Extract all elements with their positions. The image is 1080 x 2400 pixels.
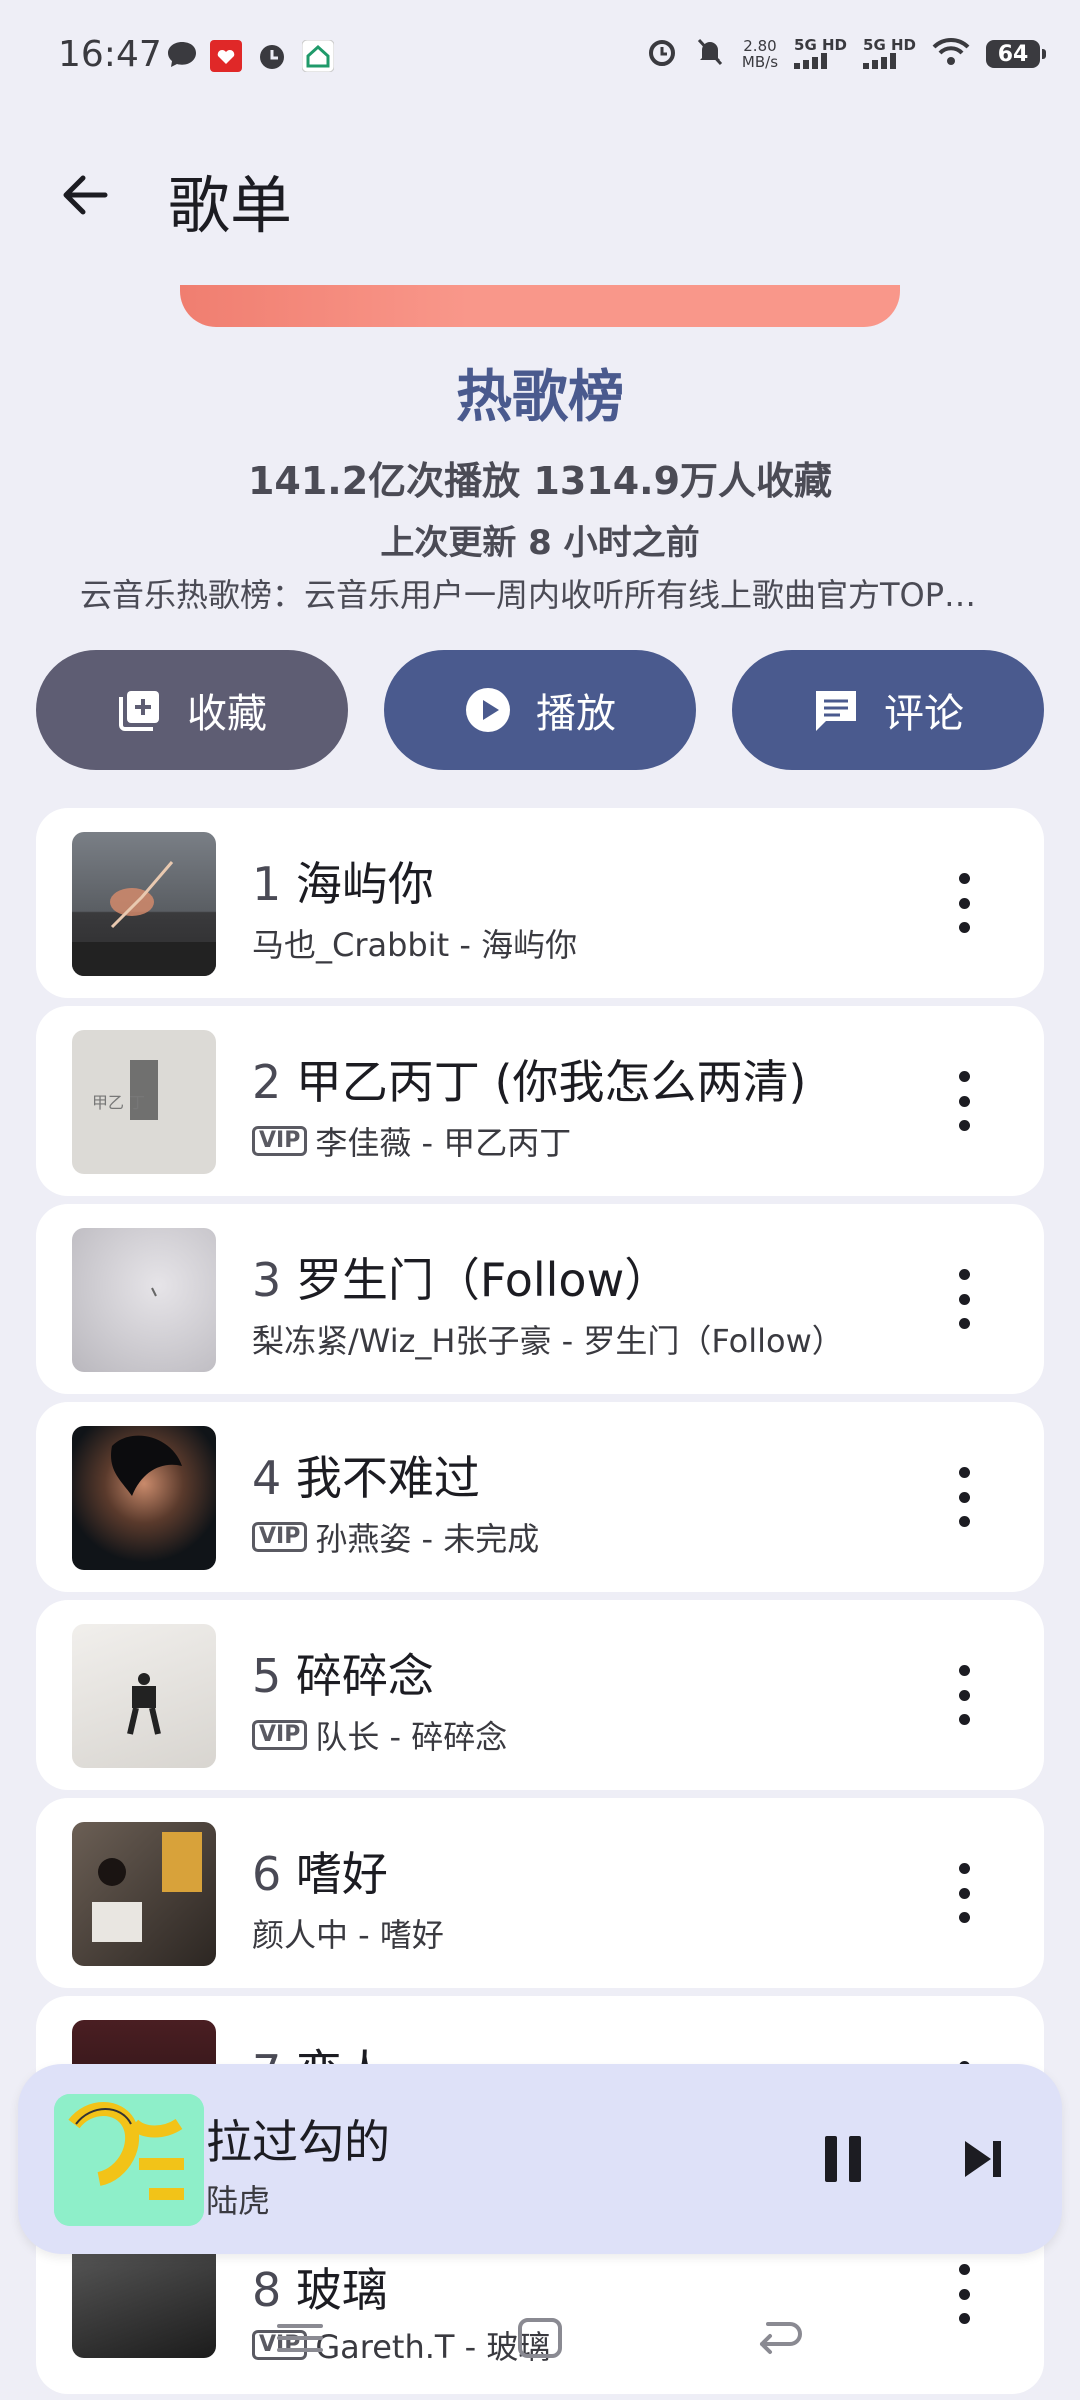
song-subtitle-text: 队长 - 碎碎念 [315, 1718, 508, 1756]
song-thumbnail [72, 832, 216, 976]
alarm-clock-icon [256, 40, 288, 76]
song-thumbnail [72, 1624, 216, 1768]
alarm-icon [646, 36, 678, 72]
collect-button[interactable]: 收藏 [36, 650, 348, 770]
pause-button[interactable] [808, 2124, 878, 2194]
now-playing-title: 拉过勾的 [206, 2115, 390, 2169]
comment-label: 评论 [884, 691, 964, 737]
signal-2-label: 5G HD [863, 35, 916, 54]
screen: 16:47 2.80 MB/s 5G HD 5G HD 64 歌单 热歌榜 14… [0, 0, 1080, 2400]
skip-next-icon [965, 2141, 1001, 2177]
collect-label: 收藏 [187, 691, 267, 737]
speed-unit: MB/s [741, 53, 779, 71]
back-arrow-icon [63, 175, 108, 215]
comment-icon [816, 691, 856, 731]
more-options-button[interactable] [944, 1269, 984, 1329]
pause-icon [825, 2136, 861, 2182]
svg-text:甲乙 丁: 甲乙 丁 [92, 1093, 145, 1112]
playlist-stats: 141.2亿次播放 1314.9万人收藏 [247, 459, 833, 503]
vip-badge: VIP [252, 1522, 308, 1552]
signal-bars-icon [863, 52, 897, 69]
status-right-group: 2.80 MB/s 5G HD 5G HD 64 [646, 36, 1046, 72]
next-track-button[interactable] [948, 2124, 1018, 2194]
song-subtitle: VIP 队长 - 碎碎念 [252, 1712, 507, 1758]
recents-button[interactable] [270, 2308, 330, 2368]
more-options-button[interactable] [944, 1071, 984, 1131]
song-title: 3 罗生门（Follow） [252, 1253, 671, 1307]
more-options-button[interactable] [944, 873, 984, 933]
status-time: 16:47 [58, 34, 162, 75]
system-navigation-bar [0, 2290, 1080, 2380]
network-speed: 2.80 MB/s [742, 38, 778, 70]
signal-bars-icon [794, 52, 828, 69]
song-row[interactable]: 5 碎碎念 VIP 队长 - 碎碎念 [36, 1600, 1044, 1790]
playlist-cover [180, 285, 900, 327]
song-subtitle: 马也_Crabbit - 海屿你 [252, 926, 578, 964]
song-subtitle: 颜人中 - 嗜好 [252, 1916, 444, 1954]
vip-badge: VIP [252, 1126, 308, 1156]
system-back-button[interactable] [750, 2308, 810, 2368]
song-subtitle-text: 李佳薇 - 甲乙丙丁 [315, 1124, 572, 1162]
status-bar: 16:47 2.80 MB/s 5G HD 5G HD 64 [0, 0, 1080, 115]
signal-1: 5G HD [794, 37, 847, 72]
song-row[interactable]: 甲乙 丁 2 甲乙丙丁 (你我怎么两清) VIP 李佳薇 - 甲乙丙丁 [36, 1006, 1044, 1196]
play-label: 播放 [536, 691, 616, 737]
now-playing-artist: 陆虎 [206, 2182, 271, 2220]
speed-value: 2.80 [743, 37, 777, 55]
home-app-icon [301, 39, 335, 76]
now-playing-artwork [54, 2094, 204, 2226]
song-title: 4 我不难过 [252, 1451, 480, 1505]
song-thumbnail [72, 1426, 216, 1570]
vip-badge: VIP [252, 1720, 308, 1750]
song-subtitle: VIP 李佳薇 - 甲乙丙丁 [252, 1118, 571, 1164]
song-subtitle: 梨冻紧/Wiz_H张子豪 - 罗生门（Follow） [252, 1322, 844, 1360]
mute-bell-icon [694, 36, 726, 72]
song-title: 1 海屿你 [252, 857, 434, 911]
song-thumbnail: 甲乙 丁 [72, 1030, 216, 1174]
app-notification-icon [210, 40, 242, 76]
song-subtitle-text: 孙燕姿 - 未完成 [315, 1520, 540, 1558]
wifi-icon [932, 37, 970, 71]
app-bar: 歌单 [0, 135, 1080, 255]
song-row[interactable]: 3 罗生门（Follow） 梨冻紧/Wiz_H张子豪 - 罗生门（Follow） [36, 1204, 1044, 1394]
song-subtitle: VIP 孙燕姿 - 未完成 [252, 1514, 539, 1560]
signal-1-label: 5G HD [794, 35, 848, 54]
play-all-button[interactable]: 播放 [384, 650, 696, 770]
message-icon [166, 40, 198, 74]
signal-2: 5G HD [863, 37, 916, 72]
song-row[interactable]: 4 我不难过 VIP 孙燕姿 - 未完成 [36, 1402, 1044, 1592]
home-button[interactable] [510, 2308, 570, 2368]
song-row[interactable]: 1 海屿你 马也_Crabbit - 海屿你 [36, 808, 1044, 998]
page-title: 歌单 [168, 169, 293, 242]
menu-lines-icon [277, 2324, 323, 2352]
back-button[interactable] [50, 160, 120, 230]
more-options-button[interactable] [944, 1863, 984, 1923]
song-title: 2 甲乙丙丁 (你我怎么两清) [252, 1055, 807, 1109]
song-title: 5 碎碎念 [252, 1649, 434, 1703]
add-to-library-icon [119, 691, 159, 731]
more-options-button[interactable] [944, 1665, 984, 1725]
playlist-updated: 上次更新 8 小时之前 [380, 523, 700, 563]
play-circle-icon [466, 688, 510, 732]
mini-player[interactable]: 拉过勾的 陆虎 [18, 2064, 1062, 2254]
song-thumbnail [72, 1822, 216, 1966]
battery-indicator: 64 [986, 40, 1046, 68]
song-thumbnail [72, 1228, 216, 1372]
comment-button[interactable]: 评论 [732, 650, 1044, 770]
home-square-icon [518, 2318, 562, 2358]
playlist-title: 热歌榜 [456, 365, 624, 430]
more-options-button[interactable] [944, 1467, 984, 1527]
song-title: 6 嗜好 [252, 1847, 388, 1901]
song-row[interactable]: 6 嗜好 颜人中 - 嗜好 [36, 1798, 1044, 1988]
return-arrow-icon [760, 2322, 802, 2354]
playlist-description[interactable]: 云音乐热歌榜：云音乐用户一周内收听所有线上歌曲官方TOP排行榜，每日更新。 [80, 570, 1000, 616]
